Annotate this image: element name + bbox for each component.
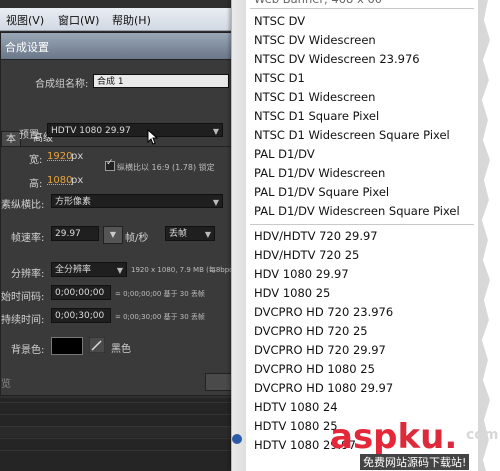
timeline-row — [0, 450, 262, 461]
dropdown-gutter — [232, 0, 246, 471]
chevron-down-icon: ▼ — [212, 198, 219, 207]
comp-name-label: 合成组名称: — [35, 79, 89, 90]
drop-frame-value: 丢帧 — [169, 229, 188, 239]
watermark-logo: aspku. — [330, 417, 457, 457]
resolution-label: 分辨率: — [11, 269, 45, 280]
dropdown-option[interactable]: PAL D1/DV Widescreen Square Pixel — [254, 202, 460, 220]
dropdown-option[interactable]: PAL D1/DV — [254, 145, 315, 163]
scroll-down-icon[interactable] — [232, 434, 242, 444]
frame-rate-dropdown-button[interactable]: ▼ — [103, 226, 123, 244]
duration-note: = 0;00;30;00 基于 30 丢帧 — [115, 313, 205, 321]
watermark-ku: ku — [397, 417, 445, 457]
chevron-down-icon: ▼ — [109, 230, 117, 239]
watermark-asp: asp — [330, 417, 398, 457]
dropdown-option[interactable]: DVCPRO HD 720 29.97 — [254, 341, 386, 359]
dropdown-option[interactable]: NTSC DV Widescreen — [254, 31, 376, 49]
dropdown-option[interactable]: DVCPRO HD 720 25 — [254, 322, 368, 340]
height-unit: px — [71, 175, 84, 186]
width-value[interactable]: 1920 — [47, 151, 72, 162]
frame-rate-input[interactable]: 29.97 — [51, 226, 99, 241]
torn-edge-decoration — [478, 0, 500, 471]
dropdown-option[interactable]: NTSC D1 Widescreen — [254, 88, 375, 106]
dropdown-option[interactable]: Web Banner, 468 x 60 — [254, 0, 382, 8]
height-value[interactable]: 1080 — [47, 175, 72, 186]
watermark-dot: . — [444, 417, 458, 457]
timeline-row — [0, 438, 262, 449]
lock-aspect-checkbox[interactable]: ✓ — [105, 158, 115, 171]
chevron-down-icon: ▼ — [204, 230, 211, 239]
menu-help[interactable]: 帮助(H) — [112, 12, 151, 28]
dropdown-option[interactable]: PAL D1/DV Widescreen — [254, 164, 385, 182]
duration-input[interactable]: 0;00;30;00 — [51, 308, 111, 323]
timeline-panel — [0, 398, 262, 471]
watermark-subtitle: 免费网站源码下载站! — [360, 454, 470, 470]
separator — [250, 224, 474, 225]
menu-view[interactable]: 视图(V) — [6, 12, 44, 28]
dropdown-option[interactable]: NTSC D1 — [254, 69, 305, 87]
chevron-down-icon: ▼ — [116, 266, 123, 275]
dropdown-option[interactable]: NTSC D1 Square Pixel — [254, 107, 379, 125]
dropdown-option[interactable]: HDV/HDTV 720 29.97 — [254, 227, 378, 245]
pixel-aspect-value: 方形像素 — [55, 197, 92, 207]
dropdown-option[interactable]: NTSC DV — [254, 12, 305, 30]
bg-color-swatch[interactable] — [51, 337, 83, 355]
dropdown-option[interactable]: DVCPRO HD 1080 29.97 — [254, 379, 393, 397]
preset-dropdown-list: Web Banner, 468 x 60 NTSC DV NTSC DV Wid… — [231, 0, 479, 471]
frame-rate-label: 帧速率: — [11, 233, 45, 244]
dropdown-option[interactable]: HDV 1080 25 — [254, 284, 330, 302]
timeline-row — [0, 426, 262, 437]
screenshot-stage: 视图(V) 窗口(W) 帮助(H) 合成设置 合成组名称: 合成 1 本 高级 … — [0, 0, 500, 471]
timeline-row — [0, 414, 262, 425]
dropdown-option[interactable]: PAL D1/DV Square Pixel — [254, 183, 389, 201]
mouse-cursor-icon — [147, 129, 159, 145]
duration-label: 持续时间: — [1, 315, 45, 326]
composition-settings-dialog: 合成设置 合成组名称: 合成 1 本 高级 预置: HDTV 1080 29.9… — [0, 32, 234, 396]
frame-rate-unit: 帧/秒 — [125, 233, 149, 244]
tab-basic[interactable]: 本 — [1, 131, 21, 147]
watermark-com: com — [466, 427, 499, 443]
ok-button[interactable] — [205, 373, 233, 391]
dialog-title: 合成设置 — [5, 41, 49, 54]
preset-value: HDTV 1080 29.97 — [51, 126, 131, 136]
bg-color-label: 背景色: — [11, 345, 45, 356]
resolution-value: 全分辨率 — [55, 265, 92, 275]
preset-dropdown[interactable]: HDTV 1080 29.97 ▼ — [47, 123, 223, 137]
separator — [250, 8, 474, 9]
drop-frame-dropdown[interactable]: 丢帧 ▼ — [165, 226, 215, 241]
width-label: 宽: — [29, 155, 43, 166]
start-timecode-label: 始时间码: — [1, 292, 45, 303]
start-timecode-input[interactable]: 0;00;00;00 — [51, 285, 111, 300]
preview-label: 览 — [1, 379, 11, 390]
pixel-aspect-label: 素纵横比: — [1, 200, 45, 211]
tab-divider — [1, 146, 233, 147]
resolution-info: 1920 x 1080, 7.9 MB (每8bpc — [131, 266, 234, 274]
dropdown-option[interactable]: NTSC D1 Widescreen Square Pixel — [254, 126, 450, 144]
dropdown-option[interactable]: NTSC DV Widescreen 23.976 — [254, 50, 420, 68]
eyedropper-icon[interactable] — [89, 337, 105, 353]
ae-window: 视图(V) 窗口(W) 帮助(H) 合成设置 合成组名称: 合成 1 本 高级 … — [0, 0, 262, 471]
dropdown-option[interactable]: HDV 1080 29.97 — [254, 265, 349, 283]
dropdown-option[interactable]: HDTV 1080 24 — [254, 398, 338, 416]
menu-window[interactable]: 窗口(W) — [58, 12, 99, 28]
bg-color-name: 黑色 — [111, 344, 131, 355]
preset-label: 预置: — [19, 130, 43, 141]
dropdown-option[interactable]: DVCPRO HD 1080 25 — [254, 360, 375, 378]
dropdown-option[interactable]: DVCPRO HD 720 23.976 — [254, 303, 393, 321]
height-label: 高: — [29, 179, 43, 190]
resolution-dropdown[interactable]: 全分辨率 ▼ — [51, 262, 127, 277]
pixel-aspect-dropdown[interactable]: 方形像素 ▼ — [51, 194, 223, 208]
timeline-row — [0, 402, 262, 413]
lock-aspect-label: 纵横比以 16:9 (1.78) 锁定 — [117, 163, 215, 172]
site-watermark: aspku. com 免费网站源码下载站! — [330, 417, 500, 471]
checkmark-icon: ✓ — [106, 158, 114, 168]
chevron-down-icon: ▼ — [212, 127, 219, 136]
comp-name-input[interactable]: 合成 1 — [93, 74, 229, 88]
width-unit: px — [71, 151, 84, 162]
dropdown-option[interactable]: HDV/HDTV 720 25 — [254, 246, 359, 264]
dialog-title-bar: 合成设置 — [1, 33, 233, 60]
dropdown-option[interactable]: HDTV 1080 25 — [254, 417, 338, 435]
start-timecode-note: = 0;00;00;00 基于 30 丢帧 — [115, 290, 205, 298]
menu-bar: 视图(V) 窗口(W) 帮助(H) — [0, 8, 262, 31]
